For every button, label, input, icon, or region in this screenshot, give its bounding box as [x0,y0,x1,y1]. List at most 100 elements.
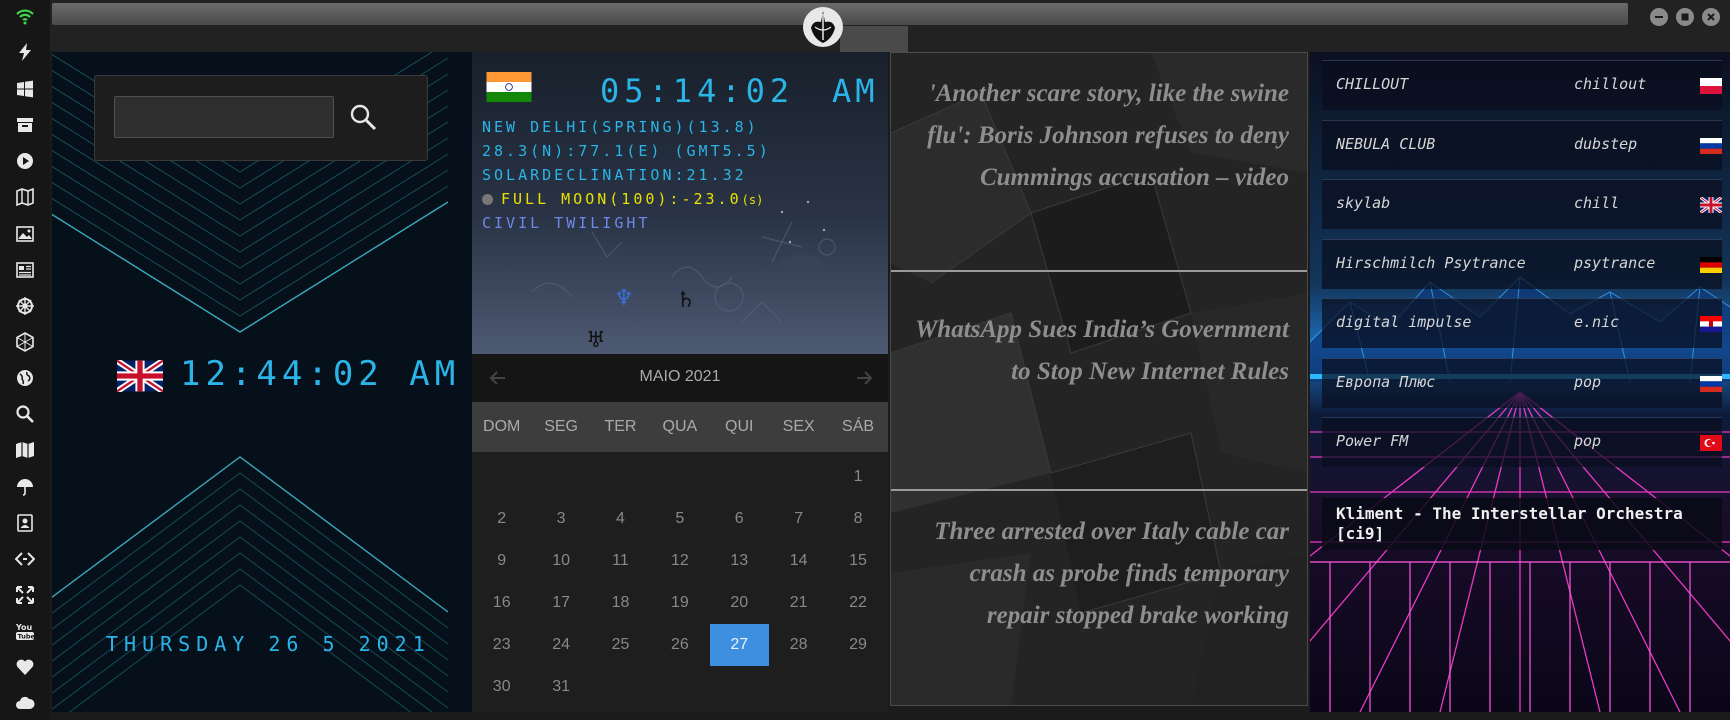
calendar-empty-cell [650,456,709,498]
search-input[interactable] [114,96,334,138]
calendar-day[interactable]: 8 [828,498,887,540]
moon-phase-suffix: (s) [741,193,764,207]
station-name: Power FM [1336,432,1409,450]
calendar-day[interactable]: 10 [531,540,590,582]
station-name: CHILLOUT [1336,75,1409,93]
calendar-day[interactable]: 23 [472,624,531,666]
windows-icon[interactable] [13,77,37,101]
calendar-day[interactable]: 3 [531,498,590,540]
youtube-icon[interactable]: You Tube [13,619,37,643]
hexagon-icon[interactable] [13,330,37,354]
close-button[interactable] [1702,8,1720,26]
calendar-day[interactable]: 25 [591,624,650,666]
helm-icon[interactable] [13,294,37,318]
radio-panel: CHILLOUT chillout NEBULA CLUB dubstep skylab… [1310,52,1730,712]
archive-icon[interactable] [13,113,37,137]
news-headline[interactable]: WhatsApp Sues India’s Government to Stop… [911,309,1289,393]
calendar-day[interactable]: 27 [709,624,769,666]
calendar-day[interactable]: 19 [650,582,709,624]
station-name: digital impulse [1336,313,1472,331]
russia-flag-icon [1700,375,1722,392]
calendar-day[interactable]: 7 [769,498,828,540]
radio-station-row[interactable]: CHILLOUT chillout [1322,60,1722,110]
umbrella-icon[interactable] [13,475,37,499]
calendar-day[interactable]: 28 [769,624,828,666]
calendar-day[interactable]: 22 [828,582,887,624]
globe-icon[interactable] [13,366,37,390]
wifi-icon[interactable] [13,4,37,28]
code-icon[interactable] [13,547,37,571]
calendar-day[interactable]: 26 [650,624,709,666]
radio-station-row[interactable]: digital impulse e.nic [1322,298,1722,348]
radio-station-row[interactable]: NEBULA CLUB dubstep [1322,119,1722,170]
close-icon [1707,13,1715,21]
calendar-empty-cell [591,456,650,498]
image-icon[interactable] [13,222,37,246]
map-book-icon[interactable] [13,185,37,209]
radio-station-row[interactable]: Power FM pop [1322,417,1722,467]
calendar-day[interactable]: 31 [531,666,590,708]
rebel-alliance-logo-icon [803,7,843,47]
calendar-day[interactable]: 30 [472,666,531,708]
location-line: NEW DELHI(SPRING)(13.8) [482,118,759,136]
calendar-day[interactable]: 21 [769,582,828,624]
radio-station-row[interactable]: skylab chill [1322,179,1722,229]
calendar-day[interactable]: 17 [531,582,590,624]
calendar-day[interactable]: 29 [828,624,887,666]
calendar-empty-cell [710,666,769,708]
calendar-day[interactable]: 15 [828,540,887,582]
india-flag-icon [486,72,532,102]
calendar-next-button[interactable] [854,366,874,390]
calendar-day[interactable]: 24 [531,624,590,666]
calendar-day[interactable]: 4 [591,498,650,540]
station-genre: dubstep [1574,134,1638,153]
calendar-empty-cell [650,666,709,708]
calendar-day[interactable]: 18 [591,582,650,624]
saturn-symbol: ♄ [676,288,696,313]
calendar-day[interactable]: 13 [710,540,769,582]
search-icon [350,104,377,131]
search-button[interactable] [347,101,379,133]
minimize-button[interactable] [1650,8,1668,26]
contacts-icon[interactable] [13,511,37,535]
fullscreen-icon[interactable] [13,583,37,607]
calendar-day[interactable]: 5 [650,498,709,540]
radio-station-row[interactable]: Европа Плюс pop [1322,357,1722,408]
calendar-day[interactable]: 2 [472,498,531,540]
lightning-icon[interactable] [13,40,37,64]
station-name: NEBULA CLUB [1336,134,1436,153]
maximize-button[interactable] [1676,8,1694,26]
calendar-empty-cell [769,456,828,498]
search-icon[interactable] [13,402,37,426]
calendar-day[interactable]: 20 [710,582,769,624]
radio-station-row[interactable]: Hirschmilch Psytrance psytrance [1322,238,1722,289]
calendar-weekday-header: DOM SEG TER QUA QUI SEX SÁB [472,402,888,452]
news-divider [891,489,1307,491]
calendar-day[interactable]: 11 [591,540,650,582]
news-headline[interactable]: 'Another scare story, like the swine flu… [911,73,1289,199]
play-icon[interactable] [13,149,37,173]
calendar-day[interactable]: 12 [650,540,709,582]
calendar-day[interactable]: 14 [769,540,828,582]
weekday-label: QUI [725,418,754,435]
now-playing-text: Kliment - The Interstellar Orchestra [ci… [1336,504,1683,543]
calendar-day[interactable]: 1 [828,456,887,498]
poland-flag-icon [1700,78,1722,94]
logo-tab[interactable] [840,26,908,52]
neptune-symbol: ♆ [614,286,634,311]
calendar-day[interactable]: 16 [472,582,531,624]
calendar-empty-cell [828,666,887,708]
calendar-day[interactable]: 9 [472,540,531,582]
cloud-icon[interactable] [13,691,37,715]
calendar-grid: 1 2 3 4 5 6 7 8 9 10 11 12 13 14 15 16 17 18 19 20 21 22 23 24 2… [472,456,888,708]
calendar-panel: MAIO 2021 DOM SEG TER QUA QUI SEX SÁB 12… [472,354,888,712]
calendar-day[interactable]: 6 [710,498,769,540]
station-genre: e.nic [1574,313,1620,331]
news-headline[interactable]: Three arrested over Italy cable car cras… [911,511,1289,637]
turkey-flag-icon [1700,435,1722,451]
croatia-flag-icon [1700,316,1722,332]
news-icon[interactable] [13,258,37,282]
calendar-week-row: 1 [472,456,888,498]
heart-icon[interactable] [13,655,37,679]
map-icon[interactable] [13,438,37,462]
